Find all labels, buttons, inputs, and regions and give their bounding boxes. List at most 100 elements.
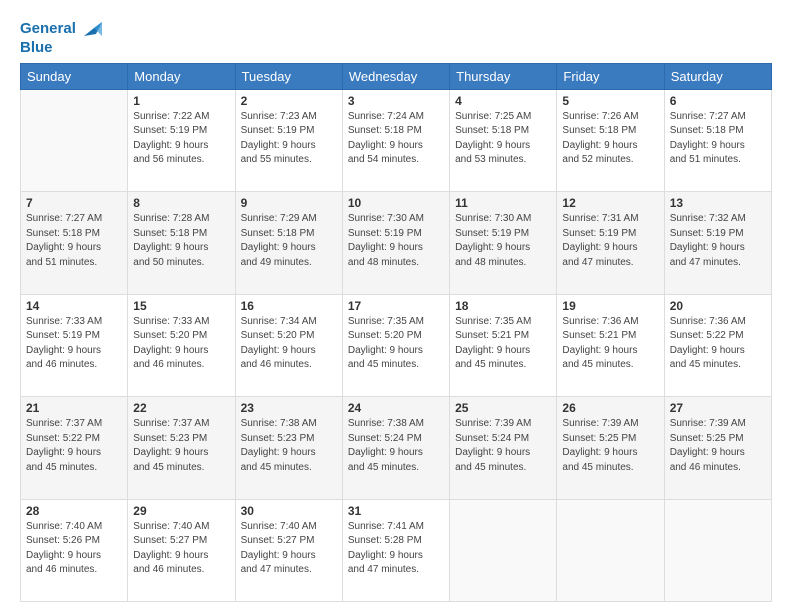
calendar-header-friday: Friday xyxy=(557,63,664,89)
calendar-cell: 7 Sunrise: 7:27 AM Sunset: 5:18 PM Daylig… xyxy=(21,192,128,295)
calendar-cell: 28 Sunrise: 7:40 AM Sunset: 5:26 PM Dayli… xyxy=(21,499,128,602)
day-number: 13 xyxy=(670,196,766,210)
day-number: 27 xyxy=(670,401,766,415)
calendar-cell: 6 Sunrise: 7:27 AM Sunset: 5:18 PM Daylig… xyxy=(664,89,771,192)
calendar-cell: 25Sunrise: 7:39 AM Sunset: 5:24 PM Dayli… xyxy=(450,397,557,500)
cell-info: Sunrise: 7:30 AM Sunset: 5:19 PM Dayligh… xyxy=(348,212,444,270)
cell-info: Sunrise: 7:39 AM Sunset: 5:25 PM Dayligh… xyxy=(670,417,766,475)
day-number: 6 xyxy=(670,94,766,108)
calendar-header-wednesday: Wednesday xyxy=(342,63,449,89)
calendar-header-tuesday: Tuesday xyxy=(235,63,342,89)
day-number: 16 xyxy=(241,299,337,313)
cell-info: Sunrise: 7:37 AM Sunset: 5:22 PM Dayligh… xyxy=(26,417,122,475)
calendar-cell: 10Sunrise: 7:30 AM Sunset: 5:19 PM Dayli… xyxy=(342,192,449,295)
day-number: 1 xyxy=(133,94,229,108)
day-number: 21 xyxy=(26,401,122,415)
calendar-cell xyxy=(557,499,664,602)
calendar-cell: 27 Sunrise: 7:39 AM Sunset: 5:25 PM Dayli… xyxy=(664,397,771,500)
day-number: 14 xyxy=(26,299,122,313)
calendar-cell: 22Sunrise: 7:37 AM Sunset: 5:23 PM Dayli… xyxy=(128,397,235,500)
calendar-cell: 26 Sunrise: 7:39 AM Sunset: 5:25 PM Dayli… xyxy=(557,397,664,500)
calendar-cell: 14Sunrise: 7:33 AM Sunset: 5:19 PM Dayli… xyxy=(21,294,128,397)
calendar-week-row: 28 Sunrise: 7:40 AM Sunset: 5:26 PM Dayli… xyxy=(21,499,772,602)
day-number: 20 xyxy=(670,299,766,313)
day-number: 29 xyxy=(133,504,229,518)
cell-info: Sunrise: 7:38 AM Sunset: 5:23 PM Dayligh… xyxy=(241,417,337,475)
calendar-cell: 4 Sunrise: 7:25 AM Sunset: 5:18 PM Daylig… xyxy=(450,89,557,192)
cell-info: Sunrise: 7:40 AM Sunset: 5:27 PM Dayligh… xyxy=(133,520,229,578)
day-number: 28 xyxy=(26,504,122,518)
page: General Blue SundayMondayTuesdayWednesda… xyxy=(0,0,792,612)
cell-info: Sunrise: 7:30 AM Sunset: 5:19 PM Dayligh… xyxy=(455,212,551,270)
day-number: 31 xyxy=(348,504,444,518)
cell-info: Sunrise: 7:28 AM Sunset: 5:18 PM Dayligh… xyxy=(133,212,229,270)
calendar-cell: 21 Sunrise: 7:37 AM Sunset: 5:22 PM Dayli… xyxy=(21,397,128,500)
cell-info: Sunrise: 7:36 AM Sunset: 5:21 PM Dayligh… xyxy=(562,315,658,373)
calendar-cell: 17 Sunrise: 7:35 AM Sunset: 5:20 PM Dayli… xyxy=(342,294,449,397)
calendar-cell: 18Sunrise: 7:35 AM Sunset: 5:21 PM Dayli… xyxy=(450,294,557,397)
cell-info: Sunrise: 7:29 AM Sunset: 5:18 PM Dayligh… xyxy=(241,212,337,270)
cell-info: Sunrise: 7:39 AM Sunset: 5:25 PM Dayligh… xyxy=(562,417,658,475)
day-number: 11 xyxy=(455,196,551,210)
calendar-header-saturday: Saturday xyxy=(664,63,771,89)
calendar-cell: 31 Sunrise: 7:41 AM Sunset: 5:28 PM Dayli… xyxy=(342,499,449,602)
calendar-cell: 8 Sunrise: 7:28 AM Sunset: 5:18 PM Daylig… xyxy=(128,192,235,295)
cell-info: Sunrise: 7:33 AM Sunset: 5:20 PM Dayligh… xyxy=(133,315,229,373)
cell-info: Sunrise: 7:31 AM Sunset: 5:19 PM Dayligh… xyxy=(562,212,658,270)
calendar-cell: 3 Sunrise: 7:24 AM Sunset: 5:18 PM Daylig… xyxy=(342,89,449,192)
cell-info: Sunrise: 7:40 AM Sunset: 5:26 PM Dayligh… xyxy=(26,520,122,578)
day-number: 9 xyxy=(241,196,337,210)
day-number: 30 xyxy=(241,504,337,518)
cell-info: Sunrise: 7:38 AM Sunset: 5:24 PM Dayligh… xyxy=(348,417,444,475)
cell-info: Sunrise: 7:23 AM Sunset: 5:19 PM Dayligh… xyxy=(241,110,337,168)
calendar-cell: 30Sunrise: 7:40 AM Sunset: 5:27 PM Dayli… xyxy=(235,499,342,602)
calendar-cell: 12 Sunrise: 7:31 AM Sunset: 5:19 PM Dayli… xyxy=(557,192,664,295)
calendar-cell xyxy=(450,499,557,602)
cell-info: Sunrise: 7:24 AM Sunset: 5:18 PM Dayligh… xyxy=(348,110,444,168)
cell-info: Sunrise: 7:25 AM Sunset: 5:18 PM Dayligh… xyxy=(455,110,551,168)
calendar-week-row: 21 Sunrise: 7:37 AM Sunset: 5:22 PM Dayli… xyxy=(21,397,772,500)
cell-info: Sunrise: 7:41 AM Sunset: 5:28 PM Dayligh… xyxy=(348,520,444,578)
day-number: 26 xyxy=(562,401,658,415)
cell-info: Sunrise: 7:35 AM Sunset: 5:20 PM Dayligh… xyxy=(348,315,444,373)
cell-info: Sunrise: 7:26 AM Sunset: 5:18 PM Dayligh… xyxy=(562,110,658,168)
calendar-cell: 23 Sunrise: 7:38 AM Sunset: 5:23 PM Dayli… xyxy=(235,397,342,500)
cell-info: Sunrise: 7:22 AM Sunset: 5:19 PM Dayligh… xyxy=(133,110,229,168)
calendar-cell xyxy=(664,499,771,602)
logo-blue: Blue xyxy=(20,40,102,57)
day-number: 19 xyxy=(562,299,658,313)
day-number: 22 xyxy=(133,401,229,415)
calendar-header-thursday: Thursday xyxy=(450,63,557,89)
calendar-cell: 13 Sunrise: 7:32 AM Sunset: 5:19 PM Dayli… xyxy=(664,192,771,295)
cell-info: Sunrise: 7:32 AM Sunset: 5:19 PM Dayligh… xyxy=(670,212,766,270)
calendar-header-row: SundayMondayTuesdayWednesdayThursdayFrid… xyxy=(21,63,772,89)
day-number: 17 xyxy=(348,299,444,313)
cell-info: Sunrise: 7:27 AM Sunset: 5:18 PM Dayligh… xyxy=(26,212,122,270)
calendar-cell: 19 Sunrise: 7:36 AM Sunset: 5:21 PM Dayli… xyxy=(557,294,664,397)
day-number: 3 xyxy=(348,94,444,108)
calendar-week-row: 14Sunrise: 7:33 AM Sunset: 5:19 PM Dayli… xyxy=(21,294,772,397)
calendar-cell: 2Sunrise: 7:23 AM Sunset: 5:19 PM Daylig… xyxy=(235,89,342,192)
day-number: 7 xyxy=(26,196,122,210)
calendar-cell: 20Sunrise: 7:36 AM Sunset: 5:22 PM Dayli… xyxy=(664,294,771,397)
day-number: 5 xyxy=(562,94,658,108)
logo-text: General xyxy=(20,21,76,38)
logo-icon xyxy=(80,18,102,40)
cell-info: Sunrise: 7:27 AM Sunset: 5:18 PM Dayligh… xyxy=(670,110,766,168)
calendar-cell: 29 Sunrise: 7:40 AM Sunset: 5:27 PM Dayli… xyxy=(128,499,235,602)
day-number: 24 xyxy=(348,401,444,415)
calendar-cell: 16 Sunrise: 7:34 AM Sunset: 5:20 PM Dayli… xyxy=(235,294,342,397)
day-number: 4 xyxy=(455,94,551,108)
calendar-header-monday: Monday xyxy=(128,63,235,89)
calendar-cell: 1 Sunrise: 7:22 AM Sunset: 5:19 PM Daylig… xyxy=(128,89,235,192)
day-number: 23 xyxy=(241,401,337,415)
day-number: 8 xyxy=(133,196,229,210)
day-number: 12 xyxy=(562,196,658,210)
calendar-header-sunday: Sunday xyxy=(21,63,128,89)
calendar-week-row: 1 Sunrise: 7:22 AM Sunset: 5:19 PM Daylig… xyxy=(21,89,772,192)
cell-info: Sunrise: 7:39 AM Sunset: 5:24 PM Dayligh… xyxy=(455,417,551,475)
cell-info: Sunrise: 7:34 AM Sunset: 5:20 PM Dayligh… xyxy=(241,315,337,373)
calendar-cell xyxy=(21,89,128,192)
calendar-cell: 11 Sunrise: 7:30 AM Sunset: 5:19 PM Dayli… xyxy=(450,192,557,295)
day-number: 15 xyxy=(133,299,229,313)
